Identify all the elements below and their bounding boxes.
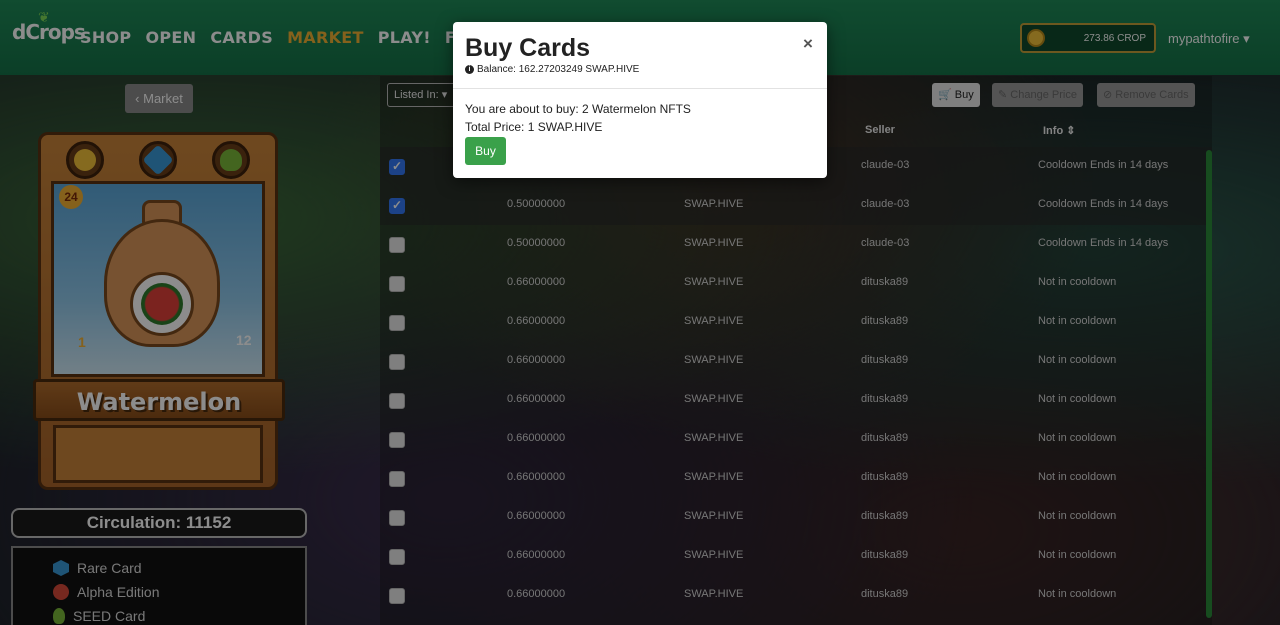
modal-title: Buy Cards (465, 34, 591, 62)
modal-balance: i Balance: 162.27203249 SWAP.HIVE (465, 64, 639, 75)
modal-divider (453, 88, 827, 89)
close-icon[interactable]: × (803, 34, 813, 54)
modal-purchase-summary: You are about to buy: 2 Watermelon NFTS (465, 102, 691, 116)
info-icon: i (465, 65, 474, 74)
buy-cards-modal: Buy Cards i Balance: 162.27203249 SWAP.HI… (453, 22, 827, 178)
modal-buy-button[interactable]: Buy (465, 137, 506, 165)
modal-total-price: Total Price: 1 SWAP.HIVE (465, 120, 603, 134)
